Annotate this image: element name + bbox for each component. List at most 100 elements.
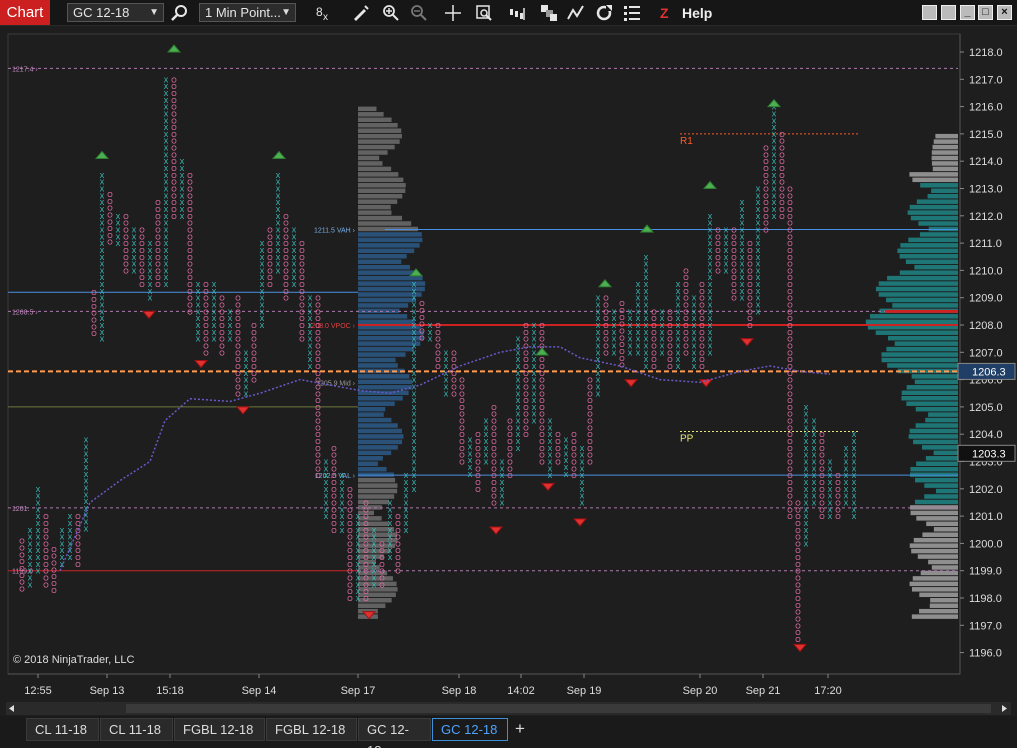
- pnf-x-mark: X: [628, 350, 633, 357]
- price-tick-label: 1211.0: [969, 238, 1002, 250]
- instrument-selector[interactable]: GC 12-18 ▼: [67, 3, 164, 22]
- pnf-o-mark: O: [299, 337, 305, 344]
- volume-profile-bar: [933, 139, 958, 144]
- volume-profile-bar: [931, 161, 958, 166]
- strategies-icon[interactable]: [539, 3, 559, 23]
- volume-profile-bar: [921, 445, 958, 450]
- pnf-x-mark: X: [180, 214, 185, 221]
- data-series-icon[interactable]: [474, 3, 494, 23]
- volume-profile-bar: [358, 401, 395, 406]
- volume-profile-bar: [928, 559, 958, 565]
- volume-profile-bar: [912, 177, 958, 183]
- help-button[interactable]: Help: [682, 3, 712, 23]
- volume-profile-bar: [929, 603, 958, 608]
- data-box-icon[interactable]: 8x: [313, 3, 333, 23]
- price-tick-label: 1207.0: [969, 347, 1003, 359]
- tab-cl-11-18[interactable]: CL 11-18: [26, 718, 99, 741]
- crosshair-icon[interactable]: [443, 3, 463, 23]
- tab-gc-12-18-active[interactable]: GC 12-18: [432, 718, 508, 741]
- bar-style-icon[interactable]: [508, 3, 528, 23]
- chart-scrollbar[interactable]: [6, 702, 1011, 715]
- time-tick-label: 14:02: [507, 685, 535, 697]
- volume-profile-bar: [928, 412, 958, 417]
- volume-profile-bar: [888, 335, 958, 341]
- volume-profile-bar: [358, 199, 398, 204]
- volume-profile-bar: [894, 341, 958, 346]
- volume-profile-bar: [358, 270, 418, 275]
- properties-icon[interactable]: [622, 3, 642, 23]
- volume-profile-bar: [913, 439, 958, 445]
- volume-profile-bar: [909, 172, 958, 177]
- tab-fgbl-12-18[interactable]: FGBL 12-18: [174, 718, 265, 741]
- time-tick-label: 17:20: [814, 685, 842, 697]
- volume-profile-bar: [358, 172, 399, 177]
- volume-profile-bar: [910, 466, 958, 472]
- volume-profile-bar: [358, 439, 403, 445]
- indicators-icon[interactable]: [566, 3, 586, 23]
- volume-profile-bar: [358, 461, 378, 466]
- volume-profile-bar: [358, 264, 410, 270]
- volume-profile-bar: [924, 494, 958, 499]
- pnf-x-mark: X: [636, 350, 641, 357]
- price-tick-label: 1208.0: [969, 320, 1003, 332]
- maximize-icon[interactable]: □: [978, 5, 993, 20]
- pnf-x-mark: X: [404, 528, 409, 535]
- chart-canvas[interactable]: 1218.0 1217.0 1216.0 1215.0 1214.0 1213.0 1212…: [0, 26, 1017, 702]
- restore-icon[interactable]: [922, 5, 937, 20]
- volume-profile-bar: [899, 270, 958, 275]
- pnf-x-mark: X: [756, 309, 761, 316]
- volume-profile-bar: [358, 128, 402, 133]
- volume-profile-bar: [935, 488, 958, 494]
- volume-profile-bar: [358, 352, 406, 357]
- copyright-label: © 2018 NinjaTrader, LLC: [13, 654, 134, 666]
- pnf-o-mark: O: [819, 514, 825, 521]
- volume-profile-bar: [886, 346, 958, 352]
- volume-profile-bar: [911, 614, 958, 619]
- volume-profile-bar: [906, 385, 958, 390]
- volume-profile-bar: [906, 401, 958, 406]
- volume-profile-bar: [910, 215, 958, 221]
- drawing-tool-icon[interactable]: [350, 3, 370, 23]
- zoom-out-icon[interactable]: [409, 3, 429, 23]
- volume-profile-bar: [912, 576, 958, 581]
- chart-panel[interactable]: 1218.0 1217.0 1216.0 1215.0 1214.0 1213.0 1212…: [0, 26, 1017, 718]
- zoom-in-icon[interactable]: [381, 3, 401, 23]
- add-tab-button[interactable]: +: [510, 718, 530, 741]
- scrollbar-track[interactable]: [6, 702, 1011, 715]
- time-tick-label: Sep 14: [242, 685, 277, 697]
- time-tick-label: Sep 17: [341, 685, 376, 697]
- pnf-o-mark: O: [435, 364, 441, 371]
- pnf-x-mark: X: [468, 472, 473, 479]
- tab-gc-12-18[interactable]: GC 12-18: [358, 718, 431, 748]
- volume-profile-bar: [358, 139, 400, 144]
- close-icon[interactable]: ×: [997, 5, 1012, 20]
- volume-profile-bar: [913, 537, 958, 543]
- chart-toolbar: Chart GC 12-18 ▼ 1 Min Point... ▼ 8x Z H…: [0, 0, 1017, 26]
- r1-label: R1: [680, 136, 693, 147]
- price-tick-label: 1216.0: [969, 102, 1003, 114]
- volume-profile-bar: [358, 434, 404, 439]
- minimize-icon[interactable]: [941, 5, 956, 20]
- price-tick-label: 1209.0: [969, 293, 1003, 305]
- volume-profile-bar: [358, 603, 386, 608]
- tab-cl-11-18-2[interactable]: CL 11-18: [100, 718, 173, 741]
- search-icon[interactable]: [170, 3, 190, 23]
- volume-profile-bar: [358, 106, 377, 112]
- pnf-x-mark: X: [708, 350, 713, 357]
- tab-fgbl-12-18-2[interactable]: FGBL 12-18: [266, 718, 357, 741]
- bar-type-selector[interactable]: 1 Min Point... ▼: [199, 3, 296, 22]
- price-tick-label: 1202.0: [969, 484, 1003, 496]
- volume-profile-bar: [933, 527, 958, 532]
- chart-title-tab[interactable]: Chart: [0, 0, 50, 25]
- volume-profile-bar: [358, 466, 387, 472]
- volume-profile-bar: [892, 303, 958, 308]
- volume-profile-bar: [358, 477, 396, 483]
- pnf-x-mark: X: [212, 337, 217, 344]
- pnf-x-mark: X: [580, 500, 585, 507]
- pnf-x-mark: X: [28, 582, 33, 589]
- pnf-o-mark: O: [283, 296, 289, 303]
- minimize-window-button[interactable]: _: [960, 5, 975, 20]
- pnf-o-mark: O: [219, 350, 225, 357]
- pnf-o-mark: O: [267, 282, 273, 289]
- reload-icon[interactable]: [594, 3, 614, 23]
